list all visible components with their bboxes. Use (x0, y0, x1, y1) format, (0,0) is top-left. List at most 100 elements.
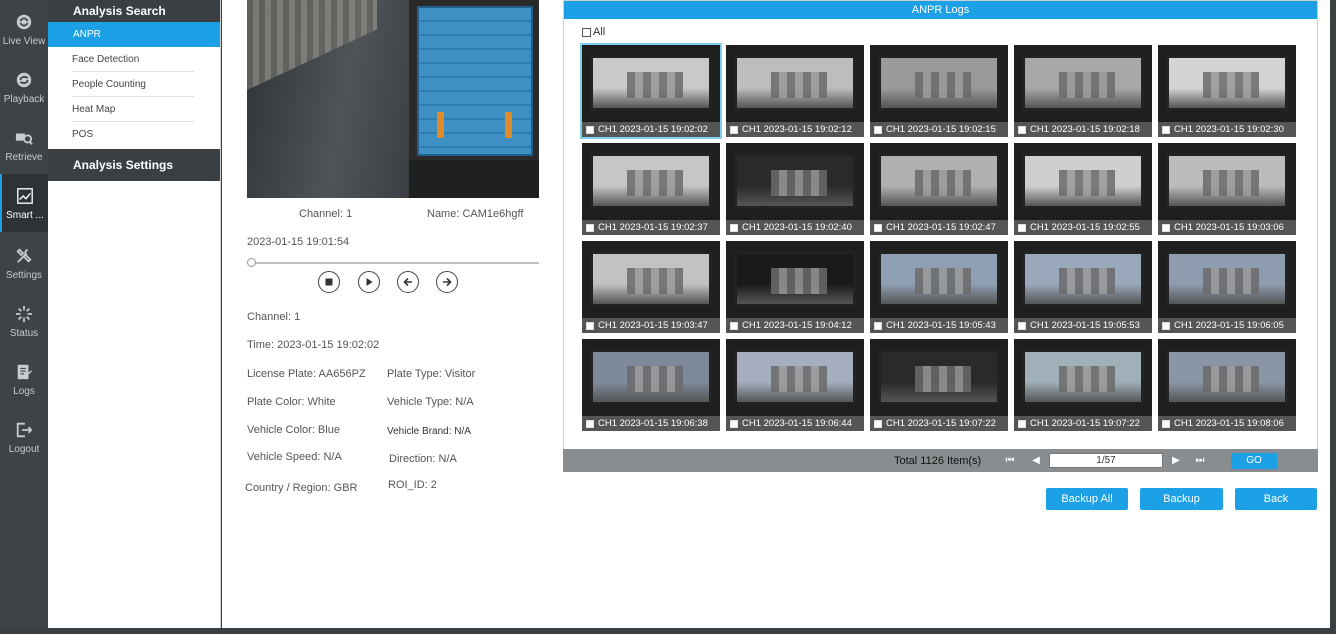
go-button[interactable]: GO (1231, 452, 1277, 469)
rail-item-playback[interactable]: Playback (0, 58, 48, 116)
smart-analysis-icon (15, 186, 35, 206)
license-plate-image (590, 55, 712, 111)
thumbnail-checkbox[interactable] (1018, 419, 1026, 428)
thumbnail-checkbox[interactable] (874, 125, 882, 134)
video-preview[interactable] (247, 0, 539, 198)
plate-mosaic (1059, 366, 1115, 392)
rail-label: Status (9, 327, 39, 339)
plate-mosaic (915, 268, 971, 294)
plate-mosaic (627, 72, 683, 98)
rail-item-live-view[interactable]: Live View (0, 0, 48, 58)
thumbnail-checkbox[interactable] (730, 223, 738, 232)
next-button[interactable] (436, 271, 458, 293)
page-input[interactable]: 1/57 (1049, 453, 1163, 468)
prev-page-button[interactable]: ◀ (1029, 455, 1043, 467)
thumbnail-checkbox[interactable] (1162, 321, 1170, 330)
timeline-handle[interactable] (247, 258, 256, 267)
anpr-thumbnail[interactable]: CH1 2023-01-15 19:02:15 (870, 45, 1008, 137)
anpr-thumbnail[interactable]: CH1 2023-01-15 19:02:12 (726, 45, 864, 137)
rail-item-settings[interactable]: Settings (0, 234, 48, 292)
rail-item-logs[interactable]: Logs (0, 350, 48, 408)
thumbnail-checkbox[interactable] (1018, 321, 1026, 330)
thumbnail-caption: CH1 2023-01-15 19:03:47 (582, 318, 720, 333)
arrow-right-icon (443, 277, 452, 287)
thumbnail-checkbox[interactable] (586, 223, 594, 232)
rail-item-status[interactable]: Status (0, 292, 48, 350)
thumbnail-timestamp: CH1 2023-01-15 19:08:06 (1174, 418, 1284, 429)
analysis-search-header[interactable]: Analysis Search (48, 0, 220, 22)
anpr-thumbnail[interactable]: CH1 2023-01-15 19:07:22 (1014, 339, 1152, 431)
first-page-button[interactable]: ⏮ (1003, 455, 1017, 467)
thumbnail-checkbox[interactable] (1162, 223, 1170, 232)
thumbnail-checkbox[interactable] (730, 125, 738, 134)
anpr-thumbnail[interactable]: CH1 2023-01-15 19:02:37 (582, 143, 720, 235)
anpr-thumbnail[interactable]: CH1 2023-01-15 19:08:06 (1158, 339, 1296, 431)
thumbnail-caption: CH1 2023-01-15 19:06:05 (1158, 318, 1296, 333)
rail-item-retrieve[interactable]: Retrieve (0, 116, 48, 174)
thumbnail-checkbox[interactable] (730, 419, 738, 428)
thumbnail-timestamp: CH1 2023-01-15 19:07:22 (1030, 418, 1140, 429)
anpr-thumbnail[interactable]: CH1 2023-01-15 19:06:38 (582, 339, 720, 431)
backup-all-button[interactable]: Backup All (1046, 488, 1128, 510)
anpr-thumbnail[interactable]: CH1 2023-01-15 19:04:12 (726, 241, 864, 333)
anpr-thumbnail[interactable]: CH1 2023-01-15 19:03:47 (582, 241, 720, 333)
rail-label: Playback (3, 93, 45, 105)
thumbnail-checkbox[interactable] (730, 321, 738, 330)
license-plate-image (1166, 251, 1288, 307)
thumbnail-checkbox[interactable] (586, 125, 594, 134)
thumbnail-checkbox[interactable] (586, 419, 594, 428)
anpr-thumbnail[interactable]: CH1 2023-01-15 19:02:30 (1158, 45, 1296, 137)
detail-plate-color: Plate Color: White (247, 396, 336, 408)
anpr-thumbnail[interactable]: CH1 2023-01-15 19:05:43 (870, 241, 1008, 333)
submenu-item-face-detection[interactable]: Face Detection (72, 47, 194, 72)
submenu-item-heat-map[interactable]: Heat Map (72, 97, 194, 122)
stop-button[interactable] (318, 271, 340, 293)
anpr-thumbnail[interactable]: CH1 2023-01-15 19:02:02 (580, 43, 722, 139)
anpr-thumbnail[interactable]: CH1 2023-01-15 19:06:44 (726, 339, 864, 431)
anpr-thumbnail[interactable]: CH1 2023-01-15 19:02:55 (1014, 143, 1152, 235)
anpr-thumbnail[interactable]: CH1 2023-01-15 19:07:22 (870, 339, 1008, 431)
video-timestamp: 2023-01-15 19:01:54 (247, 236, 350, 248)
rail-item-logout[interactable]: Logout (0, 408, 48, 466)
back-button[interactable]: Back (1235, 488, 1317, 510)
play-button[interactable] (358, 271, 380, 293)
submenu-item-people-counting[interactable]: People Counting (72, 72, 194, 97)
retrieve-icon (14, 128, 34, 148)
thumbnail-checkbox[interactable] (1018, 223, 1026, 232)
checkbox-icon[interactable] (582, 27, 591, 37)
thumbnail-checkbox[interactable] (874, 223, 882, 232)
thumbnail-checkbox[interactable] (1162, 125, 1170, 134)
thumbnail-caption: CH1 2023-01-15 19:05:53 (1014, 318, 1152, 333)
analysis-settings-header[interactable]: Analysis Settings (48, 149, 220, 181)
anpr-thumbnail[interactable]: CH1 2023-01-15 19:02:47 (870, 143, 1008, 235)
playback-timeline[interactable] (247, 258, 539, 268)
nav-rail: Live View Playback Retrieve Smart ... Se… (0, 0, 48, 634)
thumbnail-timestamp: CH1 2023-01-15 19:06:38 (598, 418, 708, 429)
submenu-item-anpr[interactable]: ANPR (48, 22, 220, 47)
next-page-button[interactable]: ▶ (1169, 455, 1183, 467)
license-plate-image (1022, 55, 1144, 111)
select-all-checkbox[interactable]: All (582, 26, 605, 38)
anpr-thumbnail[interactable]: CH1 2023-01-15 19:02:40 (726, 143, 864, 235)
backup-button[interactable]: Backup (1140, 488, 1223, 510)
select-all-label: All (593, 26, 606, 38)
anpr-thumbnail[interactable]: CH1 2023-01-15 19:06:05 (1158, 241, 1296, 333)
plate-mosaic (627, 366, 683, 392)
thumbnail-checkbox[interactable] (1162, 419, 1170, 428)
thumbnail-timestamp: CH1 2023-01-15 19:07:22 (886, 418, 996, 429)
license-plate-image (590, 153, 712, 209)
thumbnail-checkbox[interactable] (586, 321, 594, 330)
thumbnail-checkbox[interactable] (1018, 125, 1026, 134)
anpr-thumbnail[interactable]: CH1 2023-01-15 19:05:53 (1014, 241, 1152, 333)
thumbnail-checkbox[interactable] (874, 419, 882, 428)
anpr-thumbnail[interactable]: CH1 2023-01-15 19:03:06 (1158, 143, 1296, 235)
anpr-thumbnail[interactable]: CH1 2023-01-15 19:02:18 (1014, 45, 1152, 137)
previous-button[interactable] (397, 271, 419, 293)
license-plate-image (734, 349, 856, 405)
video-channel: Channel: 1 (299, 208, 353, 220)
thumbnail-checkbox[interactable] (874, 321, 882, 330)
rail-item-smart-analysis[interactable]: Smart ... (0, 174, 48, 232)
submenu-item-pos[interactable]: POS (72, 122, 194, 147)
thumbnail-caption: CH1 2023-01-15 19:07:22 (870, 416, 1008, 431)
last-page-button[interactable]: ⏭ (1193, 455, 1207, 467)
